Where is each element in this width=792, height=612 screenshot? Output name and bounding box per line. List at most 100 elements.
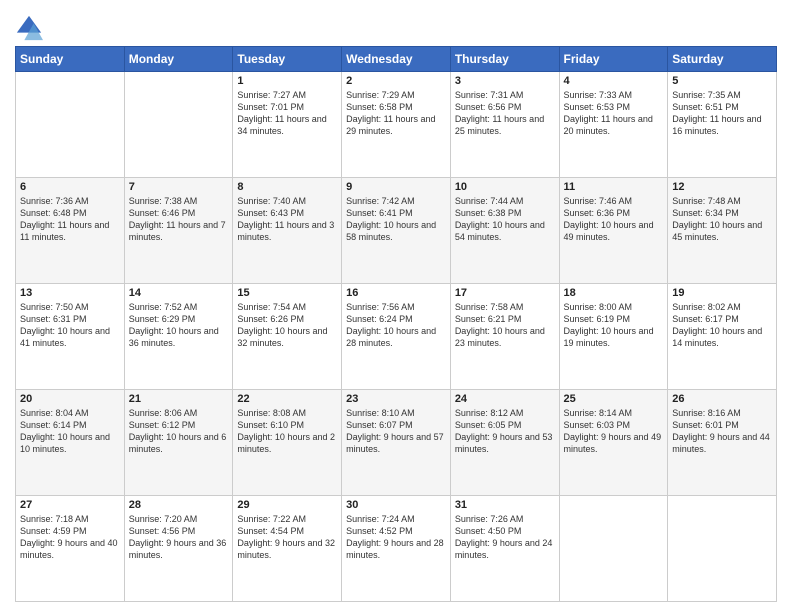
day-content: Sunrise: 7:31 AM Sunset: 6:56 PM Dayligh…: [455, 89, 555, 138]
day-number: 11: [564, 181, 664, 193]
calendar-cell: 19 Sunrise: 8:02 AM Sunset: 6:17 PM Dayli…: [668, 284, 777, 390]
calendar-cell: [124, 72, 233, 178]
day-number: 23: [346, 393, 446, 405]
calendar-cell: 10 Sunrise: 7:44 AM Sunset: 6:38 PM Dayli…: [450, 178, 559, 284]
calendar-cell: [668, 496, 777, 602]
day-content: Sunrise: 7:52 AM Sunset: 6:29 PM Dayligh…: [129, 301, 229, 350]
day-content: Sunrise: 8:14 AM Sunset: 6:03 PM Dayligh…: [564, 407, 664, 456]
day-content: Sunrise: 7:50 AM Sunset: 6:31 PM Dayligh…: [20, 301, 120, 350]
day-number: 29: [237, 499, 337, 511]
weekday-header-cell: Thursday: [450, 47, 559, 72]
day-content: Sunrise: 7:24 AM Sunset: 4:52 PM Dayligh…: [346, 513, 446, 562]
day-number: 3: [455, 75, 555, 87]
calendar-cell: 15 Sunrise: 7:54 AM Sunset: 6:26 PM Dayli…: [233, 284, 342, 390]
day-content: Sunrise: 8:06 AM Sunset: 6:12 PM Dayligh…: [129, 407, 229, 456]
calendar-cell: 21 Sunrise: 8:06 AM Sunset: 6:12 PM Dayli…: [124, 390, 233, 496]
calendar-cell: 30 Sunrise: 7:24 AM Sunset: 4:52 PM Dayli…: [342, 496, 451, 602]
day-number: 15: [237, 287, 337, 299]
day-content: Sunrise: 8:02 AM Sunset: 6:17 PM Dayligh…: [672, 301, 772, 350]
weekday-header-cell: Wednesday: [342, 47, 451, 72]
day-number: 19: [672, 287, 772, 299]
day-number: 27: [20, 499, 120, 511]
day-number: 28: [129, 499, 229, 511]
calendar-cell: 20Sunrise: 8:04 AM Sunset: 6:14 PM Dayli…: [16, 390, 125, 496]
day-content: Sunrise: 7:20 AM Sunset: 4:56 PM Dayligh…: [129, 513, 229, 562]
day-number: 21: [129, 393, 229, 405]
day-number: 7: [129, 181, 229, 193]
calendar-cell: 1 Sunrise: 7:27 AM Sunset: 7:01 PM Daylig…: [233, 72, 342, 178]
header: [15, 10, 777, 42]
calendar-week-row: 1 Sunrise: 7:27 AM Sunset: 7:01 PM Daylig…: [16, 72, 777, 178]
calendar-table: SundayMondayTuesdayWednesdayThursdayFrid…: [15, 46, 777, 602]
day-number: 26: [672, 393, 772, 405]
calendar-cell: 17Sunrise: 7:58 AM Sunset: 6:21 PM Dayli…: [450, 284, 559, 390]
day-content: Sunrise: 7:22 AM Sunset: 4:54 PM Dayligh…: [237, 513, 337, 562]
calendar-cell: 27Sunrise: 7:18 AM Sunset: 4:59 PM Dayli…: [16, 496, 125, 602]
day-content: Sunrise: 7:26 AM Sunset: 4:50 PM Dayligh…: [455, 513, 555, 562]
day-number: 25: [564, 393, 664, 405]
calendar-cell: 22 Sunrise: 8:08 AM Sunset: 6:10 PM Dayli…: [233, 390, 342, 496]
calendar-cell: 25 Sunrise: 8:14 AM Sunset: 6:03 PM Dayli…: [559, 390, 668, 496]
day-content: Sunrise: 7:56 AM Sunset: 6:24 PM Dayligh…: [346, 301, 446, 350]
day-number: 8: [237, 181, 337, 193]
day-number: 24: [455, 393, 555, 405]
day-content: Sunrise: 7:40 AM Sunset: 6:43 PM Dayligh…: [237, 195, 337, 244]
day-number: 14: [129, 287, 229, 299]
day-content: Sunrise: 8:10 AM Sunset: 6:07 PM Dayligh…: [346, 407, 446, 456]
day-content: Sunrise: 7:36 AM Sunset: 6:48 PM Dayligh…: [20, 195, 120, 244]
calendar-cell: 9Sunrise: 7:42 AM Sunset: 6:41 PM Daylig…: [342, 178, 451, 284]
day-content: Sunrise: 7:29 AM Sunset: 6:58 PM Dayligh…: [346, 89, 446, 138]
day-number: 10: [455, 181, 555, 193]
day-content: Sunrise: 7:35 AM Sunset: 6:51 PM Dayligh…: [672, 89, 772, 138]
day-number: 4: [564, 75, 664, 87]
calendar-cell: 5 Sunrise: 7:35 AM Sunset: 6:51 PM Daylig…: [668, 72, 777, 178]
day-number: 20: [20, 393, 120, 405]
day-number: 1: [237, 75, 337, 87]
calendar-cell: 16 Sunrise: 7:56 AM Sunset: 6:24 PM Dayli…: [342, 284, 451, 390]
page: SundayMondayTuesdayWednesdayThursdayFrid…: [0, 0, 792, 612]
weekday-header-cell: Tuesday: [233, 47, 342, 72]
calendar-cell: 13 Sunrise: 7:50 AM Sunset: 6:31 PM Dayli…: [16, 284, 125, 390]
calendar-cell: 26 Sunrise: 8:16 AM Sunset: 6:01 PM Dayli…: [668, 390, 777, 496]
day-content: Sunrise: 7:27 AM Sunset: 7:01 PM Dayligh…: [237, 89, 337, 138]
calendar-cell: 24 Sunrise: 8:12 AM Sunset: 6:05 PM Dayli…: [450, 390, 559, 496]
calendar-cell: 28 Sunrise: 7:20 AM Sunset: 4:56 PM Dayli…: [124, 496, 233, 602]
day-number: 13: [20, 287, 120, 299]
weekday-header-row: SundayMondayTuesdayWednesdayThursdayFrid…: [16, 47, 777, 72]
day-content: Sunrise: 7:44 AM Sunset: 6:38 PM Dayligh…: [455, 195, 555, 244]
day-number: 9: [346, 181, 446, 193]
calendar-cell: 18Sunrise: 8:00 AM Sunset: 6:19 PM Dayli…: [559, 284, 668, 390]
day-number: 16: [346, 287, 446, 299]
calendar-cell: 6 Sunrise: 7:36 AM Sunset: 6:48 PM Daylig…: [16, 178, 125, 284]
day-content: Sunrise: 8:16 AM Sunset: 6:01 PM Dayligh…: [672, 407, 772, 456]
calendar-cell: 12 Sunrise: 7:48 AM Sunset: 6:34 PM Dayli…: [668, 178, 777, 284]
day-number: 31: [455, 499, 555, 511]
day-number: 12: [672, 181, 772, 193]
weekday-header-cell: Saturday: [668, 47, 777, 72]
day-number: 30: [346, 499, 446, 511]
day-content: Sunrise: 8:00 AM Sunset: 6:19 PM Dayligh…: [564, 301, 664, 350]
day-content: Sunrise: 8:08 AM Sunset: 6:10 PM Dayligh…: [237, 407, 337, 456]
calendar-week-row: 20Sunrise: 8:04 AM Sunset: 6:14 PM Dayli…: [16, 390, 777, 496]
calendar-cell: [16, 72, 125, 178]
calendar-cell: [559, 496, 668, 602]
day-content: Sunrise: 7:48 AM Sunset: 6:34 PM Dayligh…: [672, 195, 772, 244]
calendar-week-row: 27Sunrise: 7:18 AM Sunset: 4:59 PM Dayli…: [16, 496, 777, 602]
calendar-body: 1 Sunrise: 7:27 AM Sunset: 7:01 PM Daylig…: [16, 72, 777, 602]
day-number: 17: [455, 287, 555, 299]
day-content: Sunrise: 8:12 AM Sunset: 6:05 PM Dayligh…: [455, 407, 555, 456]
calendar-cell: 7Sunrise: 7:38 AM Sunset: 6:46 PM Daylig…: [124, 178, 233, 284]
day-number: 6: [20, 181, 120, 193]
calendar-week-row: 6 Sunrise: 7:36 AM Sunset: 6:48 PM Daylig…: [16, 178, 777, 284]
calendar-cell: 23 Sunrise: 8:10 AM Sunset: 6:07 PM Dayli…: [342, 390, 451, 496]
calendar-week-row: 13 Sunrise: 7:50 AM Sunset: 6:31 PM Dayli…: [16, 284, 777, 390]
calendar-cell: 14 Sunrise: 7:52 AM Sunset: 6:29 PM Dayli…: [124, 284, 233, 390]
weekday-header-cell: Monday: [124, 47, 233, 72]
day-content: Sunrise: 7:54 AM Sunset: 6:26 PM Dayligh…: [237, 301, 337, 350]
day-number: 2: [346, 75, 446, 87]
calendar-cell: 8 Sunrise: 7:40 AM Sunset: 6:43 PM Daylig…: [233, 178, 342, 284]
day-number: 22: [237, 393, 337, 405]
weekday-header-cell: Sunday: [16, 47, 125, 72]
day-number: 5: [672, 75, 772, 87]
day-content: Sunrise: 7:46 AM Sunset: 6:36 PM Dayligh…: [564, 195, 664, 244]
